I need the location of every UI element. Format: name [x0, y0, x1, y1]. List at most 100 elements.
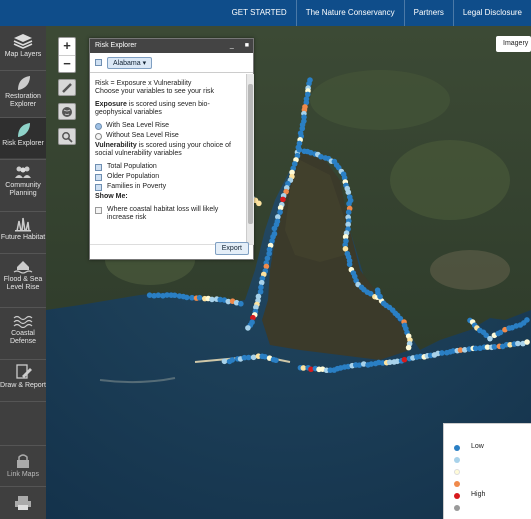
risk-point	[245, 325, 251, 331]
sidebar-divider	[0, 486, 46, 487]
show-me-heading: Show Me:	[95, 193, 128, 200]
option-label: Total Population	[107, 163, 157, 170]
sidebar-item-restoration-explorer[interactable]: Restoration Explorer	[0, 71, 46, 116]
risk-point	[266, 250, 272, 257]
nav-get-started-link[interactable]: GET STARTED	[223, 0, 296, 26]
exposure-option-without-slr[interactable]: Without Sea Level Rise	[95, 132, 241, 140]
checkbox-families-poverty[interactable]	[95, 183, 102, 191]
show-me-option[interactable]: Where coastal habitat loss will likely i…	[95, 206, 241, 222]
risk-point	[271, 225, 278, 232]
checkbox-total-population[interactable]	[95, 163, 102, 171]
region-select[interactable]: Alabama ▾	[107, 56, 153, 69]
region-checkbox[interactable]	[95, 59, 102, 66]
risk-point	[263, 263, 270, 270]
leaf-active-icon	[18, 123, 30, 137]
zoom-in-button[interactable]: +	[59, 38, 75, 55]
draw-report-icon	[16, 364, 32, 379]
legend-swatch-5	[454, 493, 460, 499]
risk-point	[256, 200, 262, 207]
risk-point	[258, 279, 265, 286]
option-label: Where coastal habitat loss will likely i…	[107, 206, 219, 221]
vulnerability-description: Vulnerability is scored using your choic…	[95, 142, 241, 158]
risk-point	[221, 358, 228, 365]
risk-point	[401, 356, 408, 363]
exposure-term: Exposure	[95, 101, 127, 108]
waves-icon	[13, 315, 33, 328]
risk-point	[345, 189, 352, 196]
radio-with-slr[interactable]	[95, 122, 102, 130]
sidebar-item-risk-explorer[interactable]: Risk Explorer	[0, 118, 46, 158]
search-tool-button[interactable]	[58, 128, 76, 145]
sidebar-item-map-layers[interactable]: Map Layers	[0, 29, 46, 69]
risk-point	[405, 344, 412, 351]
risk-point	[209, 296, 215, 303]
ruler-icon	[62, 82, 72, 93]
sidebar-item-label: Restoration Explorer	[5, 93, 41, 108]
zoom-out-button[interactable]: −	[59, 55, 75, 72]
close-icon[interactable]: ■	[245, 42, 249, 49]
risk-point	[345, 209, 352, 216]
sidebar: Map Layers Restoration Explorer Risk Exp…	[0, 26, 46, 519]
panel-header: Risk Explorer _ ■	[90, 39, 253, 53]
layers-icon	[13, 34, 33, 49]
option-label: With Sea Level Rise	[106, 122, 170, 129]
risk-point	[524, 317, 530, 323]
legend-swatch-3	[454, 469, 460, 475]
intro-instruction: Choose your variables to see your risk	[95, 88, 215, 95]
intro-formula: Risk = Exposure x Vulnerability	[95, 80, 192, 87]
sidebar-item-print[interactable]	[0, 491, 46, 517]
legend-swatch-low	[454, 445, 460, 451]
risk-point	[342, 246, 349, 252]
checkbox-habitat-loss[interactable]	[95, 207, 102, 214]
exposure-description: Exposure is scored using seven bio-geoph…	[95, 101, 241, 117]
vulnerability-option-families-poverty[interactable]: Families in Poverty	[95, 183, 241, 191]
risk-legend: Low High	[443, 423, 531, 519]
sidebar-item-link-maps[interactable]: Link Maps	[0, 449, 46, 485]
print-icon	[15, 496, 31, 510]
panel-scrollbar[interactable]	[246, 74, 254, 244]
risk-point	[238, 300, 244, 307]
vulnerability-option-total-population[interactable]: Total Population	[95, 163, 241, 171]
sidebar-divider	[0, 445, 46, 446]
vulnerability-term: Vulnerability	[95, 142, 137, 149]
house-water-icon	[13, 261, 33, 274]
grass-icon	[15, 217, 31, 232]
imagery-toggle-button[interactable]: Imagery	[496, 36, 531, 52]
export-button[interactable]: Export	[214, 242, 249, 255]
risk-point	[273, 357, 279, 364]
sidebar-item-label: Risk Explorer	[2, 140, 44, 147]
risk-point	[487, 335, 493, 342]
risk-point	[245, 354, 252, 361]
exposure-option-with-slr[interactable]: With Sea Level Rise	[95, 122, 241, 130]
sidebar-item-community-planning[interactable]: Community Planning	[0, 160, 46, 210]
leaf-icon	[18, 76, 30, 90]
sidebar-item-future-habitat[interactable]: Future Habitat	[0, 212, 46, 252]
panel-title: Risk Explorer	[95, 42, 137, 49]
risk-point	[296, 147, 303, 153]
region-select-value: Alabama	[113, 59, 141, 67]
sidebar-item-label: Coastal Defense	[9, 330, 37, 345]
panel-body: Risk = Exposure x Vulnerability Choose y…	[90, 74, 246, 244]
risk-point	[250, 354, 257, 361]
checkbox-older-population[interactable]	[95, 173, 102, 181]
measure-tool-button[interactable]	[58, 79, 76, 96]
nav-legal-disclosure-link[interactable]: Legal Disclosure	[452, 0, 531, 26]
sidebar-item-label: Community Planning	[5, 182, 41, 197]
sidebar-item-flood-sea-level-rise[interactable]: Flood & Sea Level Rise	[0, 254, 46, 306]
sidebar-item-coastal-defense[interactable]: Coastal Defense	[0, 308, 46, 358]
nav-nature-conservancy-link[interactable]: The Nature Conservancy	[295, 0, 404, 26]
radio-without-slr[interactable]	[95, 132, 102, 140]
basemap-tool-button[interactable]	[58, 103, 76, 120]
globe-icon	[62, 106, 72, 117]
scrollbar-thumb[interactable]	[248, 84, 253, 224]
risk-point	[439, 350, 445, 356]
risk-point	[277, 209, 283, 215]
sidebar-item-label: Map Layers	[4, 51, 42, 58]
risk-point	[300, 365, 307, 371]
risk-point	[346, 261, 353, 268]
nav-partners-link[interactable]: Partners	[403, 0, 453, 26]
option-label: Families in Poverty	[107, 183, 167, 190]
minimize-icon[interactable]: _	[230, 42, 234, 49]
sidebar-item-draw-report[interactable]: Draw & Report	[0, 360, 46, 400]
vulnerability-option-older-population[interactable]: Older Population	[95, 173, 241, 181]
